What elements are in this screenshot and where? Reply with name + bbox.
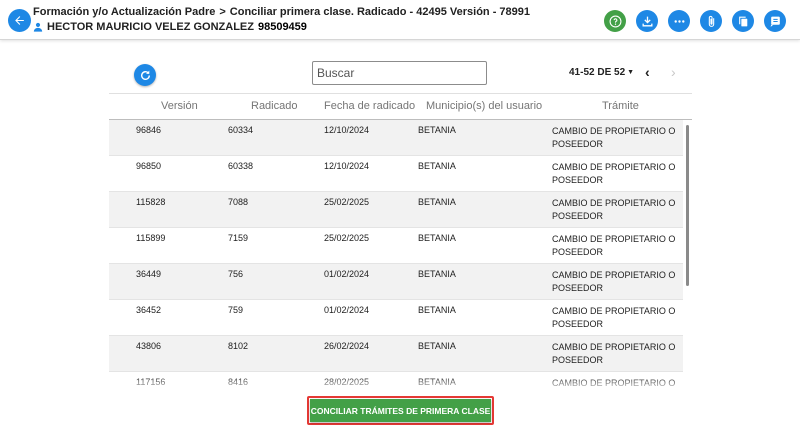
cell-radicado: 7088 bbox=[228, 197, 249, 207]
cell-municipio: BETANIA bbox=[418, 197, 456, 207]
cell-fecha: 26/02/2024 bbox=[324, 341, 370, 351]
search-input[interactable] bbox=[312, 61, 487, 85]
cell-version: 115899 bbox=[136, 233, 166, 243]
cell-tramite: CAMBIO DE PROPIETARIO O POSEEDOR bbox=[552, 126, 676, 149]
cell-municipio: BETANIA bbox=[418, 125, 456, 135]
notes-button[interactable] bbox=[764, 10, 786, 32]
download-button[interactable] bbox=[636, 10, 658, 32]
header-actions bbox=[604, 10, 786, 32]
table-body: 96846 60334 12/10/2024 BETANIA CAMBIO DE PRO… bbox=[109, 120, 683, 391]
caret-down-icon: ▼ bbox=[627, 69, 635, 76]
refresh-icon bbox=[140, 70, 150, 80]
cell-version: 36452 bbox=[136, 305, 162, 315]
cell-radicado: 756 bbox=[228, 269, 244, 279]
column-version[interactable]: Versión bbox=[161, 100, 198, 112]
top-header: Formación y/o Actualización Padre > Concil… bbox=[0, 0, 800, 40]
user-info: HECTOR MAURICIO VELEZ GONZALEZ 98509459 bbox=[33, 21, 307, 33]
attach-button[interactable] bbox=[700, 10, 722, 32]
cell-municipio: BETANIA bbox=[418, 269, 456, 279]
column-fecha[interactable]: Fecha de radicado bbox=[324, 100, 415, 112]
scroll-fade bbox=[109, 376, 683, 391]
pagination-label: 41-52 DE 52 bbox=[569, 67, 626, 78]
table-row[interactable]: 115828 7088 25/02/2025 BETANIA CAMBIO DE PRO… bbox=[109, 192, 683, 228]
scrollbar-thumb[interactable] bbox=[686, 125, 689, 286]
cell-tramite: CAMBIO DE PROPIETARIO O POSEEDOR bbox=[552, 162, 676, 185]
cell-fecha: 12/10/2024 bbox=[324, 125, 370, 135]
more-icon bbox=[674, 19, 684, 23]
help-icon bbox=[609, 15, 621, 27]
pagination-dropdown[interactable]: 41-52 DE 52 ▼ bbox=[569, 67, 634, 78]
table-row[interactable]: 36449 756 01/02/2024 BETANIA CAMBIO DE PROPI… bbox=[109, 264, 683, 300]
cell-tramite: CAMBIO DE PROPIETARIO O POSEEDOR bbox=[552, 198, 676, 221]
cell-version: 36449 bbox=[136, 269, 162, 279]
cell-version: 115828 bbox=[136, 197, 166, 207]
cell-version: 96850 bbox=[136, 161, 162, 171]
column-tramite[interactable]: Trámite bbox=[602, 100, 639, 112]
table-row[interactable]: 96850 60338 12/10/2024 BETANIA CAMBIO DE PRO… bbox=[109, 156, 683, 192]
conciliar-button[interactable]: CONCILIAR TRÁMITES DE PRIMERA CLASE bbox=[310, 399, 491, 422]
cell-radicado: 7159 bbox=[228, 233, 249, 243]
table-row[interactable]: 115899 7159 25/02/2025 BETANIA CAMBIO DE PRO… bbox=[109, 228, 683, 264]
refresh-button[interactable] bbox=[134, 64, 156, 86]
cell-version: 43806 bbox=[136, 341, 162, 351]
cell-radicado: 8102 bbox=[228, 341, 249, 351]
table-row[interactable]: 96846 60334 12/10/2024 BETANIA CAMBIO DE PRO… bbox=[109, 120, 683, 156]
next-page-button[interactable]: › bbox=[671, 64, 676, 80]
cell-fecha: 01/02/2024 bbox=[324, 269, 370, 279]
cell-radicado: 60338 bbox=[228, 161, 254, 171]
previous-page-button[interactable]: ‹ bbox=[645, 64, 650, 80]
notes-icon bbox=[770, 16, 780, 27]
download-icon bbox=[642, 16, 652, 26]
cell-municipio: BETANIA bbox=[418, 161, 456, 171]
chevron-left-icon: ‹ bbox=[645, 64, 650, 80]
person-icon bbox=[33, 22, 43, 32]
tramites-table: Versión Radicado Fecha de radicado Munic… bbox=[109, 93, 692, 391]
user-name: HECTOR MAURICIO VELEZ GONZALEZ bbox=[47, 21, 254, 33]
breadcrumb: Formación y/o Actualización Padre > Concil… bbox=[33, 6, 530, 18]
attach-icon bbox=[708, 15, 714, 27]
cell-tramite: CAMBIO DE PROPIETARIO O POSEEDOR bbox=[552, 306, 676, 329]
cell-fecha: 25/02/2025 bbox=[324, 233, 370, 243]
help-button[interactable] bbox=[604, 10, 626, 32]
cell-tramite: CAMBIO DE PROPIETARIO O POSEEDOR bbox=[552, 234, 676, 257]
cell-municipio: BETANIA bbox=[418, 341, 456, 351]
chevron-right-icon: > bbox=[219, 6, 226, 18]
copy-icon bbox=[738, 16, 747, 26]
user-document: 98509459 bbox=[257, 21, 307, 33]
cell-fecha: 12/10/2024 bbox=[324, 161, 370, 171]
table-row[interactable]: 43806 8102 26/02/2024 BETANIA CAMBIO DE PROP… bbox=[109, 336, 683, 372]
cell-tramite: CAMBIO DE PROPIETARIO O POSEEDOR bbox=[552, 342, 676, 365]
cell-radicado: 60334 bbox=[228, 125, 254, 135]
cell-fecha: 01/02/2024 bbox=[324, 305, 370, 315]
cell-municipio: BETANIA bbox=[418, 305, 456, 315]
table-row[interactable]: 36452 759 01/02/2024 BETANIA CAMBIO DE PROPI… bbox=[109, 300, 683, 336]
cell-municipio: BETANIA bbox=[418, 233, 456, 243]
chevron-right-icon: › bbox=[671, 64, 676, 80]
cell-fecha: 25/02/2025 bbox=[324, 197, 370, 207]
breadcrumb-current: Conciliar primera clase. Radicado - 4249… bbox=[229, 6, 531, 18]
column-radicado[interactable]: Radicado bbox=[251, 100, 297, 112]
breadcrumb-parent[interactable]: Formación y/o Actualización Padre bbox=[33, 6, 215, 18]
copy-button[interactable] bbox=[732, 10, 754, 32]
cell-version: 96846 bbox=[136, 125, 162, 135]
arrow-left-icon bbox=[15, 16, 24, 25]
more-button[interactable] bbox=[668, 10, 690, 32]
cell-tramite: CAMBIO DE PROPIETARIO O POSEEDOR bbox=[552, 270, 676, 293]
back-button[interactable] bbox=[8, 9, 31, 32]
table-header: Versión Radicado Fecha de radicado Munic… bbox=[109, 94, 692, 120]
column-municipio[interactable]: Municipio(s) del usuario bbox=[426, 100, 542, 112]
cell-radicado: 759 bbox=[228, 305, 244, 315]
